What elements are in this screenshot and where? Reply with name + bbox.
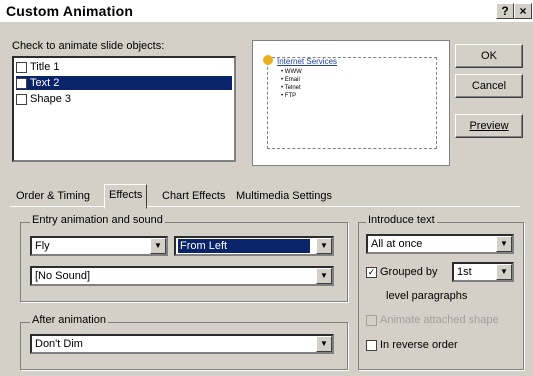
direction-select[interactable]: From Left ▼ xyxy=(174,236,334,256)
title-bar: Custom Animation ? × xyxy=(0,0,533,22)
chevron-down-icon[interactable]: ▼ xyxy=(316,336,332,352)
checkbox-text-2[interactable]: ✓ xyxy=(16,77,27,89)
tab-strip-divider xyxy=(10,206,520,207)
tab-effects[interactable]: Effects xyxy=(104,184,148,209)
introduce-mode-value: All at once xyxy=(371,238,423,250)
introduce-text-label: Introduce text xyxy=(366,214,437,226)
objects-label: Check to animate slide objects: xyxy=(12,40,165,52)
help-button[interactable]: ? xyxy=(496,3,514,19)
group-level-value: 1st xyxy=(457,266,472,278)
grouped-by-label: Grouped by xyxy=(380,266,438,278)
chevron-down-icon[interactable]: ▼ xyxy=(496,236,512,252)
preview-button[interactable]: Preview xyxy=(455,114,523,138)
reverse-order-checkbox[interactable]: In reverse order xyxy=(366,339,458,351)
chevron-down-icon[interactable]: ▼ xyxy=(316,268,332,284)
dialog-title: Custom Animation xyxy=(6,3,134,19)
chevron-down-icon[interactable]: ▼ xyxy=(496,264,512,280)
animate-shape-check xyxy=(366,314,377,326)
after-animation-select[interactable]: Don't Dim ▼ xyxy=(30,334,334,354)
cancel-button[interactable]: Cancel xyxy=(455,74,523,98)
tab-order-timing[interactable]: Order & Timing xyxy=(12,186,94,206)
slide-objects-list[interactable]: Title 1 ✓ Text 2 Shape 3 xyxy=(12,56,236,162)
ok-button[interactable]: OK xyxy=(455,44,523,68)
animate-attached-shape-checkbox: Animate attached shape xyxy=(366,314,499,326)
reverse-order-label: In reverse order xyxy=(380,339,458,351)
direction-value: From Left xyxy=(178,239,310,253)
effect-value: Fly xyxy=(35,240,50,252)
sound-select[interactable]: [No Sound] ▼ xyxy=(30,266,334,286)
preview-bullet-3: • Telnet xyxy=(281,85,301,91)
after-animation-label: After animation xyxy=(30,314,108,326)
list-item-title-1[interactable]: Title 1 xyxy=(16,60,60,74)
effect-select[interactable]: Fly ▼ xyxy=(30,236,168,256)
chevron-down-icon[interactable]: ▼ xyxy=(316,238,332,254)
list-item-text-2[interactable]: ✓ Text 2 xyxy=(16,76,232,90)
preview-title: Internet Services xyxy=(277,57,338,66)
entry-animation-group xyxy=(20,222,348,302)
group-level-select[interactable]: 1st ▼ xyxy=(452,262,514,282)
sound-value: [No Sound] xyxy=(35,270,91,282)
list-item-shape-3[interactable]: Shape 3 xyxy=(16,92,71,106)
tab-chart-effects[interactable]: Chart Effects xyxy=(158,186,229,206)
preview-bullet-1: • WWW xyxy=(281,69,302,75)
custom-animation-dialog: Custom Animation ? × Check to animate sl… xyxy=(0,0,533,376)
list-item-label: Title 1 xyxy=(30,61,60,73)
grouped-by-checkbox[interactable]: ✓ Grouped by xyxy=(366,266,437,278)
introduce-mode-select[interactable]: All at once ▼ xyxy=(366,234,514,254)
close-button[interactable]: × xyxy=(514,3,532,19)
level-paragraphs-label: level paragraphs xyxy=(386,290,468,302)
reverse-order-check[interactable] xyxy=(366,339,377,351)
animation-marker-icon xyxy=(263,55,273,65)
list-item-label: Shape 3 xyxy=(30,93,71,105)
tab-multimedia-settings[interactable]: Multimedia Settings xyxy=(232,186,336,206)
chevron-down-icon[interactable]: ▼ xyxy=(150,238,166,254)
checkbox-shape-3[interactable] xyxy=(16,93,27,105)
checkbox-title-1[interactable] xyxy=(16,61,27,73)
entry-animation-label: Entry animation and sound xyxy=(30,214,165,226)
list-item-label: Text 2 xyxy=(30,77,60,89)
animate-shape-label: Animate attached shape xyxy=(380,314,499,326)
preview-bullet-2: • Email xyxy=(281,77,300,83)
preview-bullet-4: • FTP xyxy=(281,93,297,99)
slide-preview: Internet Services • WWW • Email • Telnet… xyxy=(252,40,450,166)
grouped-by-check[interactable]: ✓ xyxy=(366,266,377,278)
after-animation-value: Don't Dim xyxy=(35,338,83,350)
